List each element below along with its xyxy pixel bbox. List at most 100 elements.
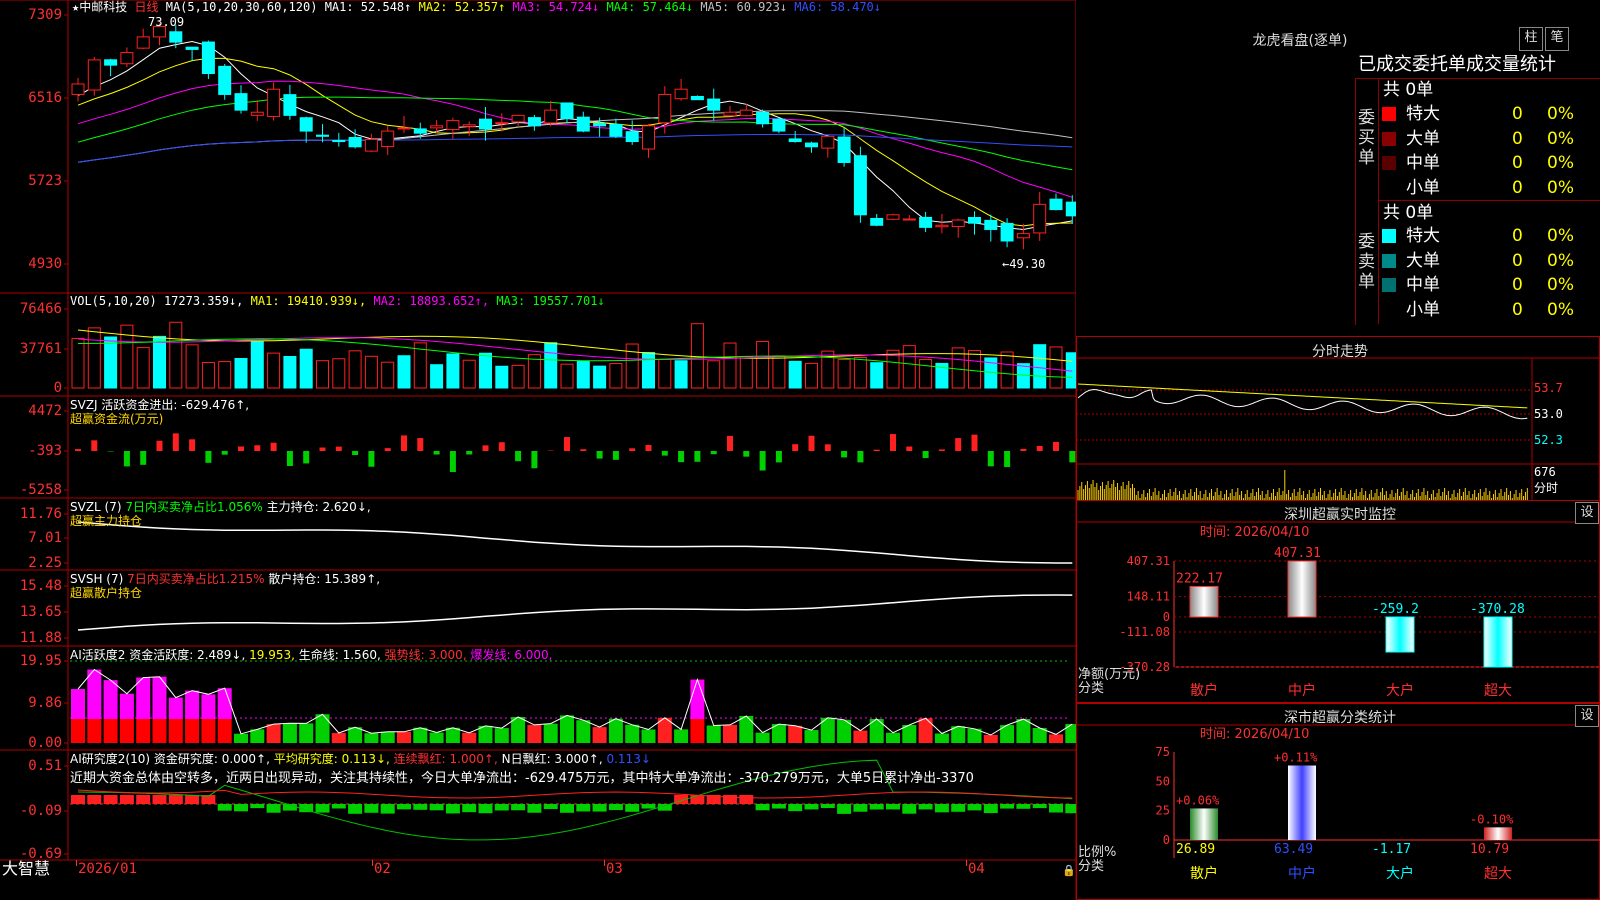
ai-research-bar <box>837 804 852 814</box>
svsh-tick: 13.65 <box>19 604 62 620</box>
buy-row-name: 特大 <box>1406 104 1440 124</box>
svsh-sub: 超赢散户持仓 <box>70 586 143 600</box>
vol-tick: 0 <box>53 380 62 396</box>
volume-bar <box>348 350 362 389</box>
ai-research-bar <box>951 804 966 812</box>
candle-body <box>1065 201 1076 217</box>
ai-activity-bar <box>413 727 428 743</box>
svzj-bar <box>661 451 668 456</box>
sell-row-p: 0% <box>1547 275 1574 295</box>
buy-row-v: 0 <box>1512 177 1523 198</box>
date-tick: 2026/01 <box>78 861 138 877</box>
sz-class-settings-button[interactable]: 设 <box>1575 705 1599 727</box>
ai-activity-bar <box>755 732 770 743</box>
svzj-bar <box>498 442 505 451</box>
svzj-bar <box>694 451 701 462</box>
svzj-bar <box>629 448 636 451</box>
svzj-bar <box>189 439 196 451</box>
volume-bar <box>870 362 884 389</box>
svzj-bar <box>205 451 212 463</box>
svzj-bar <box>645 444 652 451</box>
sz-monitor-ytick: 407.31 <box>1127 554 1170 568</box>
svzl-position: 主力持仓: 2.620↓, <box>266 500 371 514</box>
svzl-header: SVZL (7) 7日内买卖净占比1.056% 主力持仓: 2.620↓, <box>70 500 371 514</box>
svzj-bar <box>91 440 98 451</box>
ai-research-bar <box>413 804 428 810</box>
ai-activity-bar <box>706 725 721 743</box>
vol-ma2: MA2: 18893.652↑, <box>373 294 490 308</box>
buy-total: 共 0单 <box>1383 80 1434 100</box>
svzj-bar <box>1020 448 1027 451</box>
ai-research-bar <box>331 804 346 809</box>
candle-body <box>218 65 232 95</box>
ai-research-bar <box>527 804 542 813</box>
ai-research-bar <box>771 804 786 809</box>
bar-view-button[interactable]: 柱 <box>1519 27 1543 51</box>
ai-research-label: AI研究度2(10) 资金研究度: 0.000↑, <box>70 752 270 766</box>
ai-research-bar <box>152 795 167 804</box>
ai1-tick: 19.95 <box>19 653 62 669</box>
ai-activity-bar <box>690 719 705 743</box>
svzj-tick: 4472 <box>28 403 62 419</box>
tick-view-button[interactable]: 笔 <box>1545 27 1569 51</box>
ai-research-bar <box>592 804 607 812</box>
ai-research-bar <box>511 804 526 811</box>
ai-activity-value: 19.953, <box>249 648 295 662</box>
volume-bar <box>739 356 753 389</box>
svzj-tick: -393 <box>28 443 62 459</box>
ai-research-bar <box>380 804 395 814</box>
ai-research-bar <box>869 804 884 810</box>
ai-activity-bar <box>934 733 949 743</box>
ai-research-bar <box>820 804 835 809</box>
sell-row-p: 0% <box>1547 299 1574 320</box>
sz-monitor-bar-中户 <box>1287 560 1317 618</box>
ai-activity-bar <box>315 714 330 743</box>
ai-activity-bar <box>217 719 232 743</box>
sz-monitor-ytick: 0 <box>1163 610 1170 624</box>
sz-monitor-category: 中户 <box>1288 682 1316 699</box>
lock-icon[interactable]: 🔒 <box>1062 864 1076 878</box>
sz-class-category: 超大 <box>1484 866 1512 882</box>
ai-activity-bar <box>201 694 216 719</box>
sz-class-ytick: 0 <box>1163 833 1170 847</box>
strong-line-label: 强势线: 3.000, <box>384 648 467 662</box>
volume-bar <box>169 321 183 389</box>
svzj-bar <box>384 448 391 451</box>
intraday-tick: 53.7 <box>1534 381 1563 395</box>
candle-body <box>104 59 118 66</box>
ai-research-bar <box>983 804 998 814</box>
candle-body <box>593 122 607 127</box>
sz-class-value: 26.89 <box>1176 842 1215 857</box>
svsh-label: SVSH (7) <box>70 572 124 586</box>
candle-body <box>527 117 541 127</box>
ai-activity-bar <box>348 727 363 743</box>
sz-monitor-title: 深圳超赢实时监控 <box>1284 507 1396 523</box>
burst-line-label: 爆发线: 6.000, <box>470 648 553 662</box>
svzj-bar <box>906 446 913 451</box>
buy-row-name: 中单 <box>1406 153 1440 173</box>
buy-side-label: 委买单 <box>1358 108 1375 168</box>
sz-class-value: -1.17 <box>1372 842 1411 857</box>
ai-research-bar <box>560 804 574 813</box>
sz-monitor-value: 222.17 <box>1176 571 1223 586</box>
buy-swatch <box>1382 107 1396 121</box>
volume-bar <box>609 363 623 389</box>
ai-activity-bar <box>494 728 509 743</box>
period-label[interactable]: 日线 <box>134 0 158 14</box>
candle-body <box>169 31 183 43</box>
svzj-bar <box>286 451 293 467</box>
sz-class-unit2: 分类 <box>1078 859 1105 874</box>
sell-row-name: 大单 <box>1406 250 1440 271</box>
svzl-tick: 2.25 <box>28 555 62 571</box>
svzj-bar <box>612 451 619 460</box>
date-tick-mark <box>76 860 77 866</box>
sz-monitor-settings-button[interactable]: 设 <box>1575 502 1599 524</box>
sz-monitor-ytick: 148.11 <box>1127 590 1170 604</box>
candle-body <box>316 134 329 137</box>
svzj-bar <box>678 451 685 463</box>
ma-value-5: MA5: 60.923↓ <box>700 0 795 14</box>
candle-body <box>1016 233 1030 239</box>
ai-activity-bar <box>185 719 200 743</box>
svzj-bar <box>75 449 81 451</box>
candle-body <box>723 111 737 117</box>
